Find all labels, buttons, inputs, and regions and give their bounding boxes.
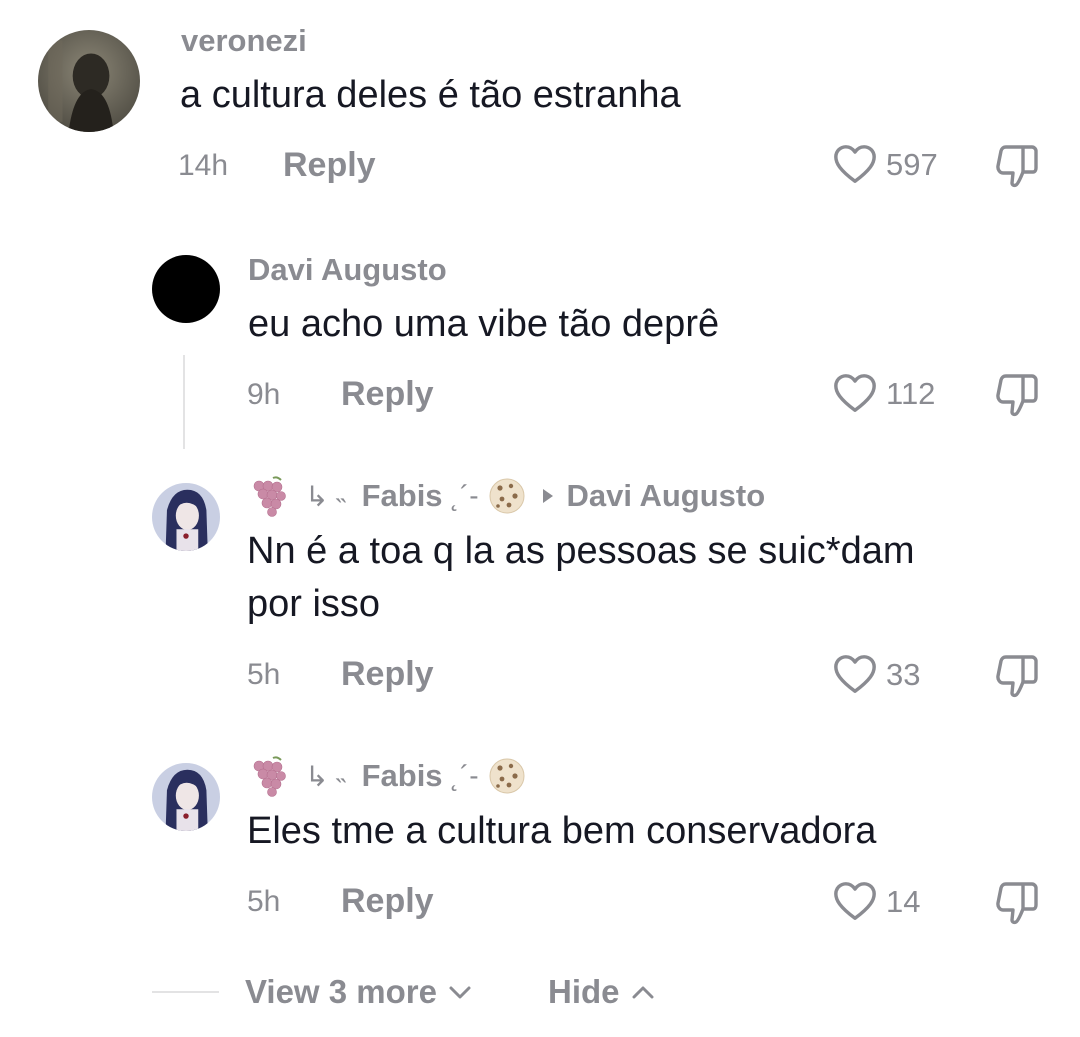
chevron-down-icon (449, 986, 471, 999)
reply-button[interactable]: Reply (283, 145, 376, 185)
comment-timestamp: 14h (178, 149, 229, 182)
heart-outline-icon (834, 882, 876, 921)
avatar-davi-augusto[interactable] (152, 255, 220, 323)
avatar-fabis[interactable] (152, 483, 220, 551)
comment-text: eu acho uma vibe tão deprê (248, 303, 720, 345)
avatar-veronezi[interactable] (38, 30, 140, 132)
grapes-emoji-icon (247, 474, 291, 518)
comment-timestamp: 5h (247, 658, 281, 691)
like-button[interactable]: 112 (832, 370, 935, 418)
comment-text-line: Nn é a toa q la as pessoas se suic*dam (247, 530, 915, 572)
caret-right-icon (541, 487, 555, 505)
username-prefix: ↳ ˵ (305, 480, 346, 512)
replies-divider (152, 991, 219, 993)
comment-text: Eles tme a cultura bem conservadora (247, 810, 877, 852)
like-button[interactable]: 597 (832, 141, 938, 189)
comment-timestamp: 5h (247, 885, 281, 918)
like-count: 112 (886, 376, 936, 411)
like-button[interactable]: 33 (832, 651, 920, 699)
avatar-fabis[interactable] (152, 763, 220, 831)
dislike-button[interactable] (993, 141, 1041, 189)
comment-timestamp: 9h (247, 378, 281, 411)
hide-replies-button[interactable]: Hide (548, 972, 656, 1012)
view-more-label: View 3 more (245, 973, 437, 1010)
reply-to-username[interactable]: Davi Augusto (567, 478, 766, 514)
dislike-button[interactable] (993, 370, 1041, 418)
thumbs-down-icon (996, 374, 1038, 417)
reply-button[interactable]: Reply (341, 374, 434, 414)
username-suffix: ˛´- (450, 480, 479, 511)
heart-outline-icon (834, 374, 876, 413)
comment-username[interactable]: Davi Augusto (248, 250, 447, 290)
username-prefix: ↳ ˵ (305, 760, 346, 792)
grapes-emoji-icon (247, 754, 291, 798)
dislike-button[interactable] (993, 651, 1041, 699)
view-more-replies-button[interactable]: View 3 more (245, 972, 473, 1012)
comment-username[interactable]: Fabis (362, 478, 443, 514)
cookie-emoji-icon (487, 476, 527, 516)
dislike-button[interactable] (993, 878, 1041, 926)
username-suffix: ˛´- (450, 760, 479, 791)
comment-text: a cultura deles é tão estranha (180, 74, 681, 116)
like-count: 14 (886, 884, 921, 919)
hide-label: Hide (548, 973, 620, 1010)
like-count: 597 (886, 147, 938, 182)
thumbs-down-icon (996, 882, 1038, 925)
like-count: 33 (886, 657, 921, 692)
reply-button[interactable]: Reply (341, 881, 434, 921)
comment-username-row: ↳ ˵ Fabis ˛´- (247, 754, 527, 798)
comment-text-line: por isso (247, 583, 381, 625)
thread-line (183, 355, 185, 449)
comment-username[interactable]: veronezi (181, 21, 307, 61)
comment-username-row: ↳ ˵ Fabis ˛´- Davi Augusto (247, 474, 766, 518)
heart-outline-icon (834, 655, 876, 694)
heart-outline-icon (834, 145, 876, 184)
thumbs-down-icon (996, 655, 1038, 698)
chevron-up-icon (632, 986, 654, 999)
thumbs-down-icon (996, 145, 1038, 188)
like-button[interactable]: 14 (832, 878, 920, 926)
reply-button[interactable]: Reply (341, 654, 434, 694)
cookie-emoji-icon (487, 756, 527, 796)
comment-username[interactable]: Fabis (362, 758, 443, 794)
